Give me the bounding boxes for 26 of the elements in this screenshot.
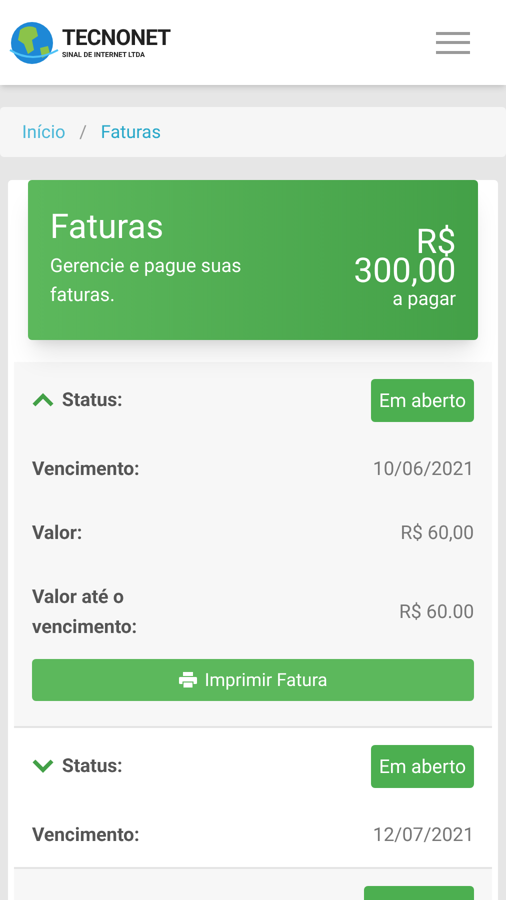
chevron-up-icon: [32, 393, 54, 407]
field-value: R$ 60.00: [399, 598, 474, 625]
amount-caption: a pagar: [392, 287, 456, 312]
field-value: R$ 60,00: [400, 520, 474, 546]
breadcrumb-separator: /: [79, 120, 87, 144]
field-label: Status:: [62, 752, 122, 779]
breadcrumb-link[interactable]: Faturas: [100, 118, 161, 146]
breadcrumb-link[interactable]: Início: [22, 118, 66, 146]
status-badge: Em aberto: [370, 744, 474, 788]
chevron-down-icon: [32, 759, 54, 773]
status-badge: Em aberto: [370, 378, 474, 422]
field-label: Valor:: [32, 520, 84, 546]
printer-icon: [178, 672, 197, 688]
globe-logo-icon: [8, 20, 60, 66]
menu-button[interactable]: [436, 32, 470, 54]
amount-due: 300,00: [354, 256, 456, 286]
field-label: Vencimento:: [32, 822, 140, 848]
summary-title: Faturas: [50, 208, 164, 246]
field-value: 12/07/2021: [372, 822, 474, 848]
print-invoice-button[interactable]: Imprimir Fatura: [32, 659, 474, 701]
summary-subtitle: Gerencie e pague suas faturas.: [50, 253, 242, 308]
brand-name: TECNONET: [62, 26, 170, 50]
field-label: Status:: [62, 386, 122, 413]
field-label: Vencimento:: [32, 456, 140, 482]
field-label: Valor até o vencimento:: [32, 584, 138, 640]
field-value: 10/06/2021: [372, 456, 474, 482]
